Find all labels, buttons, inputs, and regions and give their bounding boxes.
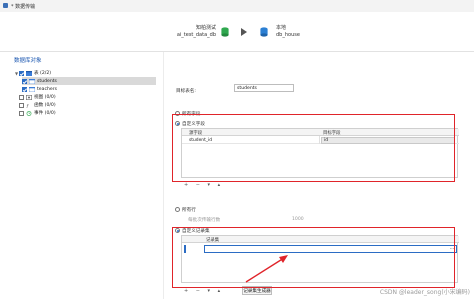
title-bar: * 数据传输 [0,0,474,12]
target-field-value: id [324,138,329,143]
source-database-name: ai_test_data_db [176,32,216,38]
active-row-marker [184,245,186,253]
record-set-header: 记录集 [182,236,459,243]
custom-records-label: 自定义记录集 [182,229,210,234]
tree-node-tables[interactable]: ▼ 表 (2/2) [14,69,51,77]
target-connection-name: 本地 [276,25,287,31]
tree-node-events[interactable]: 事件 (0/0) [19,109,56,117]
svg-text:f: f [26,103,30,108]
events-label: 事件 (0/0) [34,111,56,116]
target-field-select[interactable]: id [321,136,455,144]
record-grid-toolbar[interactable]: + − ▾ ▴ [184,288,223,294]
record-set-generator-button[interactable]: 记录集生成器 [242,286,272,295]
events-checkbox[interactable] [19,110,24,116]
students-checkbox[interactable] [22,78,27,84]
field-mapping-header: 源字段 目标字段 [182,129,459,136]
tree-item-teachers[interactable]: teachers [22,85,57,93]
table-row[interactable]: student_id id [182,136,459,144]
all-fields-label: 所有字段 [182,112,201,117]
target-table-label: 目标表名: [176,89,196,94]
tree-item-students[interactable]: students [22,77,156,85]
panel-divider[interactable] [163,52,164,299]
event-clock-icon [26,110,32,116]
record-set-input[interactable]: ··· [204,245,457,253]
transfer-arrow-icon [241,28,247,36]
database-objects-title: 数据库对象 [14,58,42,64]
custom-records-radio[interactable] [175,228,180,233]
functions-checkbox[interactable] [19,102,24,108]
column-record-set[interactable]: 记录集 [206,237,219,243]
batch-size-label: 每批次传输行数 [188,218,221,223]
teachers-checkbox[interactable] [22,86,27,92]
field-mapping-grid[interactable]: 源字段 目标字段 student_id id [181,128,459,178]
transfer-flow: 知柏测试 ai_test_data_db 本地 db_house [0,20,474,46]
app-icon [3,3,8,8]
batch-size-value[interactable]: 1000 [292,217,304,222]
tree-node-functions[interactable]: f 函数 (0/0) [19,101,56,109]
table-name-teachers: teachers [37,86,57,92]
functions-label: 函数 (0/0) [34,103,56,108]
window-title: * 数据传输 [11,4,36,10]
watermark: CSDN @leader_song(小宋编码) [379,289,470,296]
source-field-cell[interactable]: student_id [189,138,212,143]
table-icon [29,86,35,92]
custom-fields-label: 自定义字段 [182,122,205,127]
table-group-icon [26,70,32,76]
all-fields-radio[interactable] [175,111,180,116]
views-checkbox[interactable] [19,94,24,100]
source-connection-name: 知柏测试 [195,25,216,31]
view-icon [26,94,32,100]
red-annotation-arrow [245,255,288,283]
table-icon [29,78,35,84]
custom-fields-radio[interactable] [175,121,180,126]
function-icon: f [26,103,30,108]
table-name-students: students [37,78,57,84]
tables-label: 表 (2/2) [34,71,52,76]
target-table-input[interactable]: students [234,84,294,92]
all-rows-label: 所有行 [182,208,196,213]
target-database-icon [260,27,268,37]
source-database-icon [221,27,229,37]
field-grid-toolbar[interactable]: + − ▾ ▴ [184,182,223,188]
tables-checkbox[interactable] [19,70,24,76]
views-label: 视图 (0/0) [34,95,56,100]
target-database-name: db_house [276,32,300,38]
tree-node-views[interactable]: 视图 (0/0) [19,93,56,101]
header-separator [0,51,474,52]
record-set-ellipsis-button[interactable]: ··· [450,247,454,252]
record-set-grid[interactable]: 记录集 ··· [181,235,459,283]
all-rows-radio[interactable] [175,207,180,212]
